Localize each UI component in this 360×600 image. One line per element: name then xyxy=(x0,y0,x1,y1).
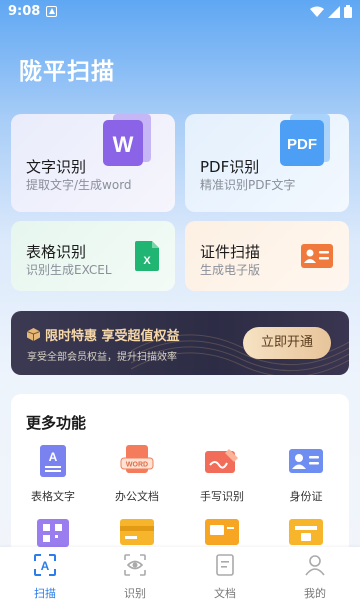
table-text-icon: A xyxy=(40,445,66,477)
bottom-tab-bar: A 扫描 识别 文档 我的 xyxy=(0,547,360,600)
tab-scan[interactable]: A 扫描 xyxy=(15,553,75,600)
id-scan-subtitle: 生成电子版 xyxy=(200,263,261,277)
vip-cube-icon xyxy=(27,328,40,341)
text-recognition-title: 文字识别 xyxy=(26,158,87,176)
word-icon: W xyxy=(103,114,151,166)
id-scan-title: 证件扫描 xyxy=(200,243,261,261)
function-table-text[interactable]: A 表格文字 xyxy=(18,445,88,504)
function-handwriting[interactable]: 手写识别 xyxy=(187,445,257,504)
tab-label: 识别 xyxy=(124,587,146,600)
pdf-recognition-card[interactable]: PDF PDF识别 精准识别PDF文字 xyxy=(185,114,349,212)
word-badge-text: WORD xyxy=(126,462,148,469)
function-id-card[interactable]: 身份证 xyxy=(271,445,341,504)
function-label: 表格文字 xyxy=(31,490,75,503)
word-document-icon: WORD xyxy=(120,445,154,473)
text-recognition-card[interactable]: W 文字识别 提取文字/生成word xyxy=(11,114,175,212)
table-recognition-subtitle: 识别生成EXCEL xyxy=(26,263,112,277)
pdf-recognition-title: PDF识别 xyxy=(200,158,260,176)
license-icon[interactable] xyxy=(289,519,323,545)
more-functions-title: 更多功能 xyxy=(26,414,87,432)
pdf-icon-letter: PDF xyxy=(287,136,317,153)
tab-label: 我的 xyxy=(304,587,326,600)
table-recognition-card[interactable]: X 表格识别 识别生成EXCEL xyxy=(11,221,175,291)
function-office-doc[interactable]: WORD 办公文档 xyxy=(102,445,172,504)
tab-documents[interactable]: 文档 xyxy=(195,553,255,600)
function-label: 手写识别 xyxy=(200,490,244,503)
excel-icon-letter: X xyxy=(143,255,151,267)
status-time: 9:08 xyxy=(8,4,41,19)
eye-scan-icon xyxy=(124,554,146,576)
activate-now-button[interactable]: 立即开通 xyxy=(243,327,331,359)
wifi-icon xyxy=(310,6,324,17)
document-icon xyxy=(216,554,234,576)
id-scan-card[interactable]: 证件扫描 生成电子版 xyxy=(185,221,349,291)
qr-code-icon[interactable] xyxy=(37,519,69,547)
pdf-icon: PDF xyxy=(280,114,330,166)
bank-card-icon[interactable] xyxy=(120,519,154,545)
promo-subtitle: 享受全部会员权益，提升扫描效率 xyxy=(27,352,177,363)
promo-title-text: 限时特惠 享受超值权益 xyxy=(45,329,180,344)
function-label: 身份证 xyxy=(289,490,323,503)
handwriting-icon xyxy=(205,449,238,473)
excel-icon: X xyxy=(135,241,159,271)
user-icon xyxy=(305,555,325,576)
svg-text:A: A xyxy=(49,450,58,464)
text-recognition-subtitle: 提取文字/生成word xyxy=(26,178,132,192)
vip-promo-banner[interactable]: 限时特惠 享受超值权益 享受全部会员权益，提升扫描效率 立即开通 xyxy=(11,311,349,375)
card-scan-icon[interactable] xyxy=(205,519,239,545)
tab-label: 文档 xyxy=(214,587,236,600)
tab-label: 扫描 xyxy=(34,587,56,600)
scan-icon: A xyxy=(34,554,56,576)
function-label: 办公文档 xyxy=(115,490,159,503)
word-icon-letter: W xyxy=(113,132,134,157)
tab-mine[interactable]: 我的 xyxy=(285,553,345,600)
pdf-recognition-subtitle: 精准识别PDF文字 xyxy=(200,178,296,192)
page-title: 陇平扫描 xyxy=(19,59,115,85)
tab-recognize[interactable]: 识别 xyxy=(105,553,165,600)
id-card-icon xyxy=(289,449,323,473)
notification-icon xyxy=(46,6,57,17)
id-card-icon xyxy=(301,244,333,268)
status-bar: 9:08 xyxy=(0,0,360,24)
table-recognition-title: 表格识别 xyxy=(26,243,87,261)
promo-title: 限时特惠 享受超值权益 xyxy=(27,325,180,344)
status-icons xyxy=(310,5,352,18)
battery-icon xyxy=(344,5,352,18)
signal-icon xyxy=(328,5,340,18)
more-functions-panel: 更多功能 A 表格文字 WORD 办公文档 手写识别 身份证 xyxy=(11,394,349,564)
svg-text:A: A xyxy=(41,559,50,573)
